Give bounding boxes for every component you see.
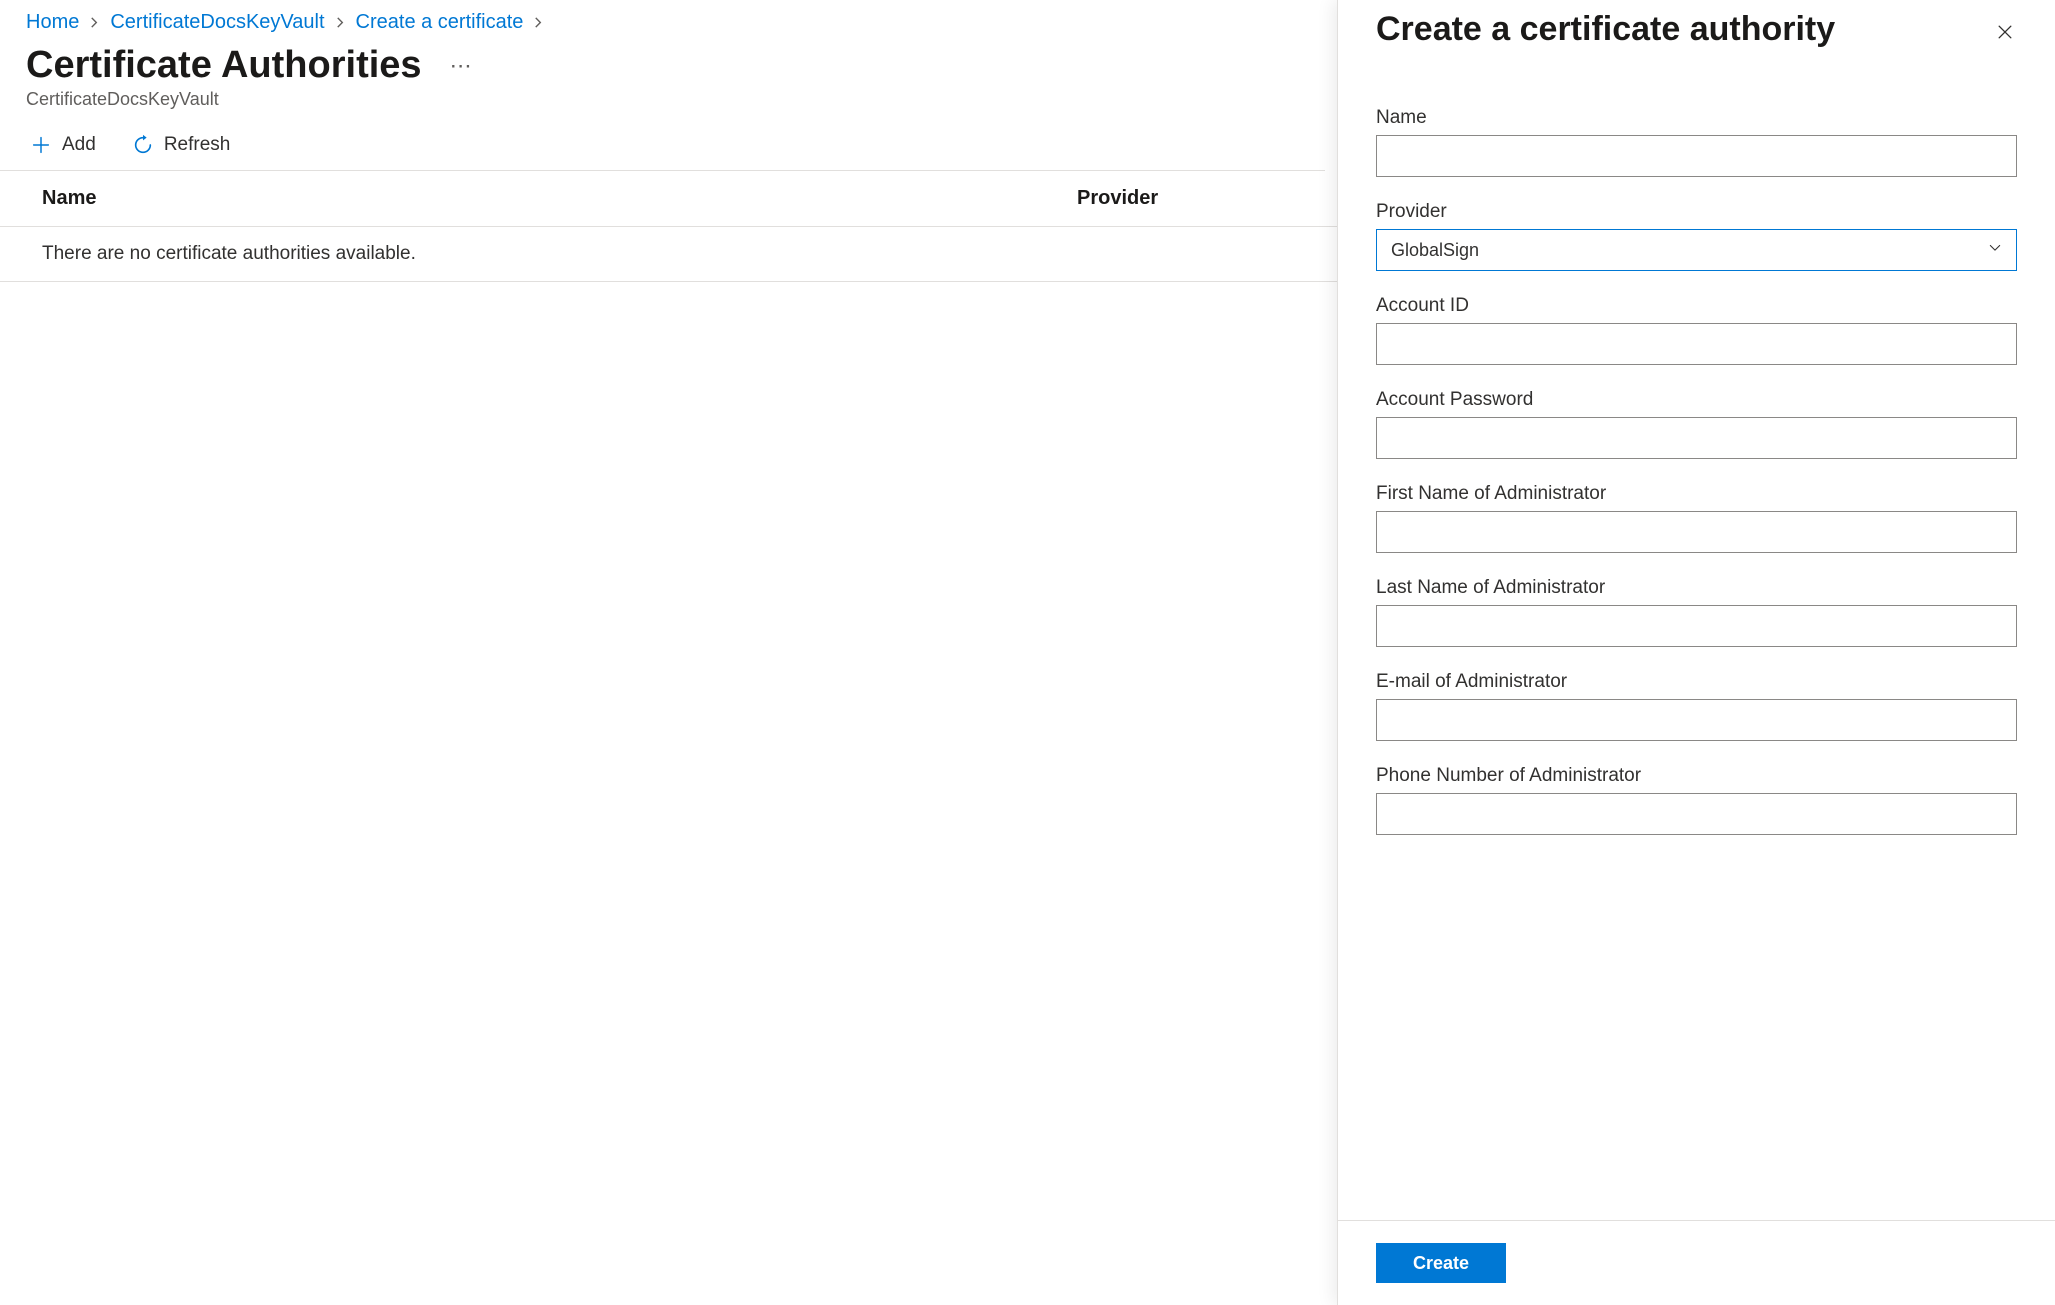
provider-select[interactable]: GlobalSign xyxy=(1376,229,2017,271)
breadcrumb-link-home[interactable]: Home xyxy=(26,8,79,36)
field-phone: Phone Number of Administrator xyxy=(1376,765,2017,835)
refresh-button-label: Refresh xyxy=(164,134,231,156)
last-name-input[interactable] xyxy=(1376,605,2017,647)
last-name-label: Last Name of Administrator xyxy=(1376,577,2017,599)
add-button[interactable]: Add xyxy=(26,132,100,158)
account-password-input[interactable] xyxy=(1376,417,2017,459)
provider-label: Provider xyxy=(1376,201,2017,223)
chevron-right-icon xyxy=(533,17,544,28)
more-button[interactable]: ⋯ xyxy=(444,53,478,79)
field-last-name: Last Name of Administrator xyxy=(1376,577,2017,647)
toolbar: Add Refresh xyxy=(0,126,1325,171)
column-header-provider[interactable]: Provider xyxy=(1077,187,1337,210)
account-password-label: Account Password xyxy=(1376,389,2017,411)
add-button-label: Add xyxy=(62,134,96,156)
panel-footer: Create xyxy=(1338,1220,2055,1305)
ellipsis-icon: ⋯ xyxy=(450,53,472,78)
field-provider: Provider GlobalSign xyxy=(1376,201,2017,271)
create-ca-panel: Create a certificate authority Name Prov… xyxy=(1337,0,2055,1305)
phone-label: Phone Number of Administrator xyxy=(1376,765,2017,787)
provider-select-value: GlobalSign xyxy=(1376,229,2017,271)
page-heading: Certificate Authorities ⋯ xyxy=(0,36,1337,87)
email-label: E-mail of Administrator xyxy=(1376,671,2017,693)
field-name: Name xyxy=(1376,107,2017,177)
name-input[interactable] xyxy=(1376,135,2017,177)
breadcrumb: Home CertificateDocsKeyVault Create a ce… xyxy=(0,0,1337,36)
table-empty-message: There are no certificate authorities ava… xyxy=(0,227,1337,282)
chevron-right-icon xyxy=(89,17,100,28)
refresh-button[interactable]: Refresh xyxy=(128,132,235,158)
chevron-right-icon xyxy=(335,17,346,28)
first-name-label: First Name of Administrator xyxy=(1376,483,2017,505)
email-input[interactable] xyxy=(1376,699,2017,741)
refresh-icon xyxy=(132,134,154,156)
main-content: Home CertificateDocsKeyVault Create a ce… xyxy=(0,0,1337,1305)
close-icon xyxy=(1995,22,2015,45)
account-id-label: Account ID xyxy=(1376,295,2017,317)
plus-icon xyxy=(30,134,52,156)
name-label: Name xyxy=(1376,107,2017,129)
breadcrumb-link-create-certificate[interactable]: Create a certificate xyxy=(356,8,524,36)
close-button[interactable] xyxy=(1989,16,2021,51)
breadcrumb-link-keyvault[interactable]: CertificateDocsKeyVault xyxy=(110,8,324,36)
field-account-id: Account ID xyxy=(1376,295,2017,365)
column-header-name[interactable]: Name xyxy=(42,187,1077,210)
page-subtitle: CertificateDocsKeyVault xyxy=(0,87,1337,126)
first-name-input[interactable] xyxy=(1376,511,2017,553)
field-account-password: Account Password xyxy=(1376,389,2017,459)
page-title: Certificate Authorities xyxy=(26,44,422,87)
panel-header: Create a certificate authority xyxy=(1338,0,2055,51)
account-id-input[interactable] xyxy=(1376,323,2017,365)
ca-table: Name Provider There are no certificate a… xyxy=(0,171,1337,282)
panel-title: Create a certificate authority xyxy=(1376,10,1835,49)
field-first-name: First Name of Administrator xyxy=(1376,483,2017,553)
table-header-row: Name Provider xyxy=(0,171,1337,227)
panel-body: Name Provider GlobalSign Account ID Acco… xyxy=(1338,51,2055,1220)
create-button[interactable]: Create xyxy=(1376,1243,1506,1283)
phone-input[interactable] xyxy=(1376,793,2017,835)
field-email: E-mail of Administrator xyxy=(1376,671,2017,741)
